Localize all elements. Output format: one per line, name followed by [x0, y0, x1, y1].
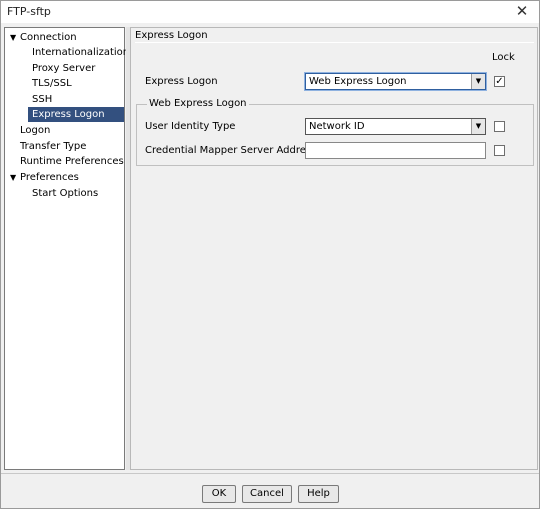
title-bar: FTP-sftp ✕ — [1, 1, 539, 23]
credential-mapper-input[interactable] — [305, 142, 486, 159]
tree-item-ssh[interactable]: SSH — [32, 92, 52, 107]
tree-item-internationalization[interactable]: Internationalization — [32, 45, 129, 60]
express-logon-select[interactable]: Web Express Logon ▼ — [305, 73, 486, 90]
user-identity-type-value: Network ID — [309, 121, 365, 132]
user-identity-type-select[interactable]: Network ID ▼ — [305, 118, 486, 135]
tree-item-label: Connection — [20, 32, 77, 43]
navigation-tree: ▼ Connection Internationalization Proxy … — [4, 27, 129, 470]
chevron-down-icon[interactable]: ▼ — [471, 74, 485, 89]
chevron-down-icon[interactable]: ▼ — [471, 119, 485, 134]
tree-item-proxy-server[interactable]: Proxy Server — [32, 61, 95, 76]
user-identity-type-lock-checkbox[interactable] — [494, 121, 505, 132]
user-identity-type-label: User Identity Type — [145, 121, 236, 132]
dialog-window: FTP-sftp ✕ ▼ Connection Internationaliza… — [0, 0, 540, 509]
section-divider — [135, 42, 534, 43]
tree-item-tls-ssl[interactable]: TLS/SSL — [32, 76, 72, 91]
tree-item-express-logon[interactable]: Express Logon — [28, 107, 124, 122]
close-icon[interactable]: ✕ — [513, 2, 531, 20]
tree-item-logon[interactable]: Logon — [20, 123, 50, 138]
cancel-button[interactable]: Cancel — [242, 485, 292, 503]
express-logon-lock-checkbox[interactable]: ✓ — [494, 76, 505, 87]
group-title: Web Express Logon — [147, 98, 249, 109]
window-title: FTP-sftp — [7, 5, 51, 18]
ok-button[interactable]: OK — [202, 485, 236, 503]
help-button[interactable]: Help — [298, 485, 339, 503]
footer-divider — [1, 473, 539, 474]
expand-arrow-icon[interactable]: ▼ — [10, 30, 16, 45]
tree-item-start-options[interactable]: Start Options — [32, 186, 98, 201]
tree-item-label: Preferences — [20, 172, 79, 183]
tree-item-transfer-type[interactable]: Transfer Type — [20, 139, 86, 154]
tree-item-runtime-preferences[interactable]: Runtime Preferences — [20, 154, 124, 169]
credential-mapper-label: Credential Mapper Server Address — [145, 145, 317, 156]
express-logon-label: Express Logon — [145, 76, 218, 87]
expand-arrow-icon[interactable]: ▼ — [10, 170, 16, 185]
tree-item-preferences[interactable]: ▼ Preferences — [5, 170, 124, 185]
credential-mapper-lock-checkbox[interactable] — [494, 145, 505, 156]
settings-panel: Express Logon Lock Express Logon Web Exp… — [130, 27, 538, 470]
section-title: Express Logon — [135, 30, 208, 41]
tree-item-connection[interactable]: ▼ Connection — [5, 30, 124, 45]
lock-column-header: Lock — [492, 52, 515, 63]
express-logon-value: Web Express Logon — [309, 76, 407, 87]
